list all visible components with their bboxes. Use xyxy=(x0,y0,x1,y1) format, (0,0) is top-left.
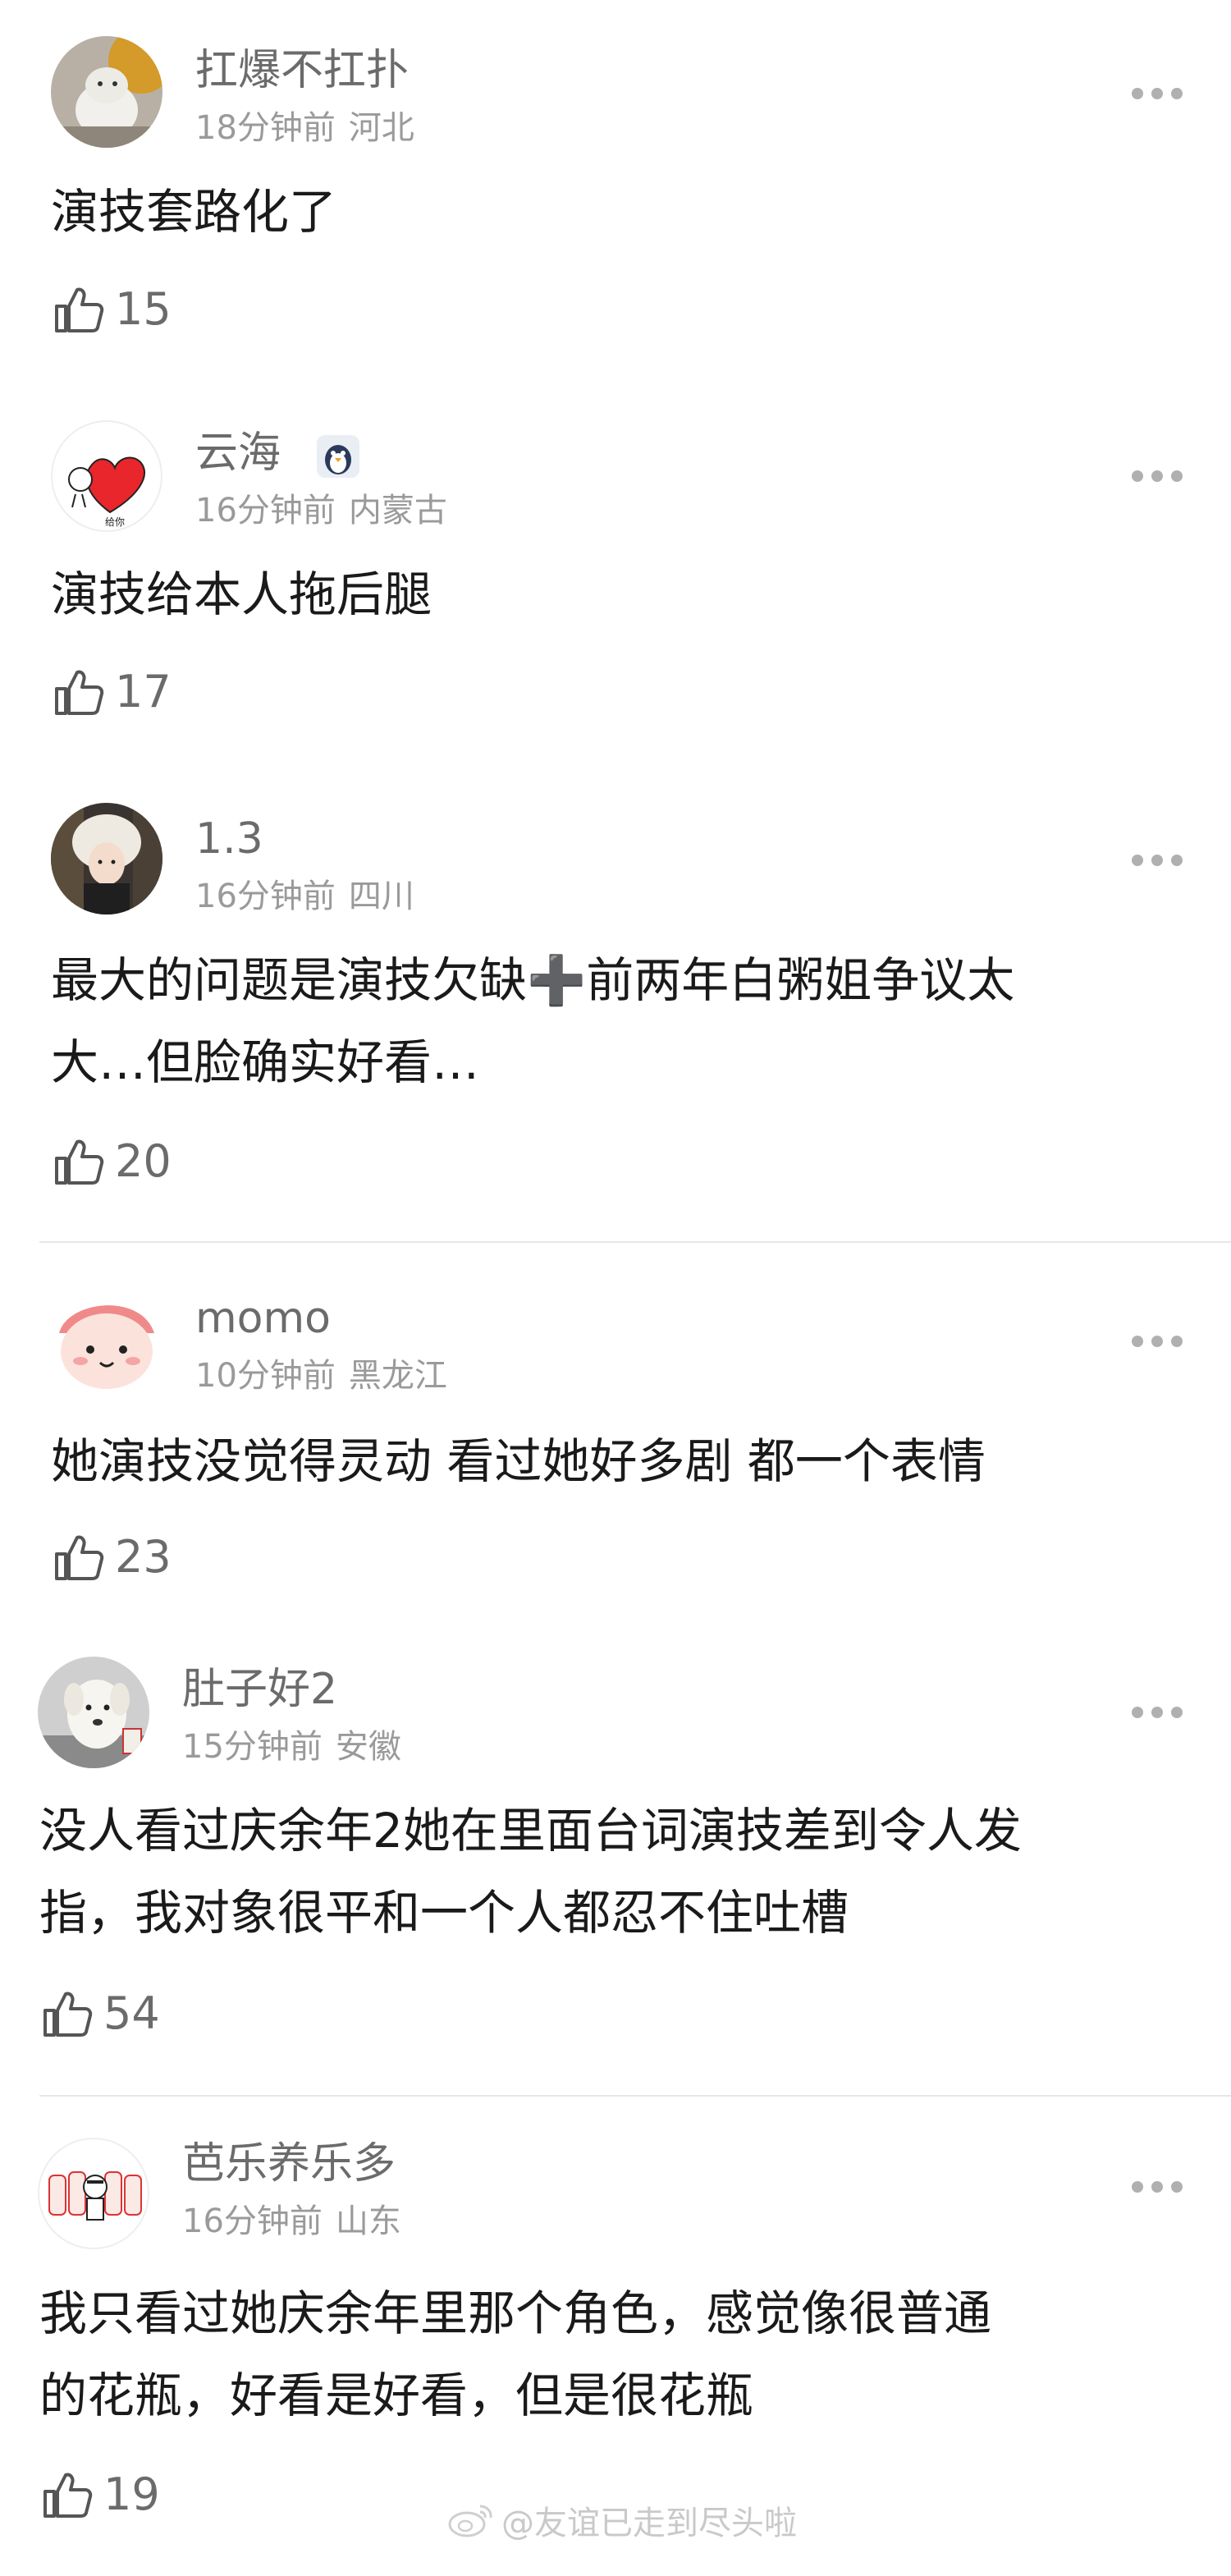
comment-meta: 18分钟前 河北 xyxy=(195,108,414,148)
like-count: 19 xyxy=(103,2468,160,2520)
like-count: 54 xyxy=(103,1987,160,2039)
yakult-bottles-avatar[interactable] xyxy=(38,2138,149,2249)
peach-character-avatar[interactable] xyxy=(51,1284,162,1396)
thumbs-up-icon xyxy=(55,287,104,332)
comment-feed: 扛爆不扛扑 18分钟前 河北 演技套路化了 15 给你 云海 16分钟前 内蒙古… xyxy=(0,0,1231,2576)
like-button[interactable]: 17 xyxy=(53,663,172,721)
like-button[interactable]: 15 xyxy=(53,281,172,338)
comment-text-line: 她演技没觉得灵动 看过她好多剧 都一个表情 xyxy=(51,1433,986,1489)
comment-item: 芭乐养乐多 16分钟前 山东 我只看过她庆余年里那个角色，感觉像很普通 的花瓶，好… xyxy=(0,2097,1231,2556)
username[interactable]: momo xyxy=(195,1294,331,1343)
comment-time: 16分钟前 xyxy=(195,878,336,915)
username[interactable]: 芭乐养乐多 xyxy=(182,2139,396,2189)
username[interactable]: 肚子好2 xyxy=(182,1665,337,1714)
comment-location: 安徽 xyxy=(335,1728,401,1766)
comment-location: 内蒙古 xyxy=(348,492,447,529)
comment-meta: 16分钟前 内蒙古 xyxy=(195,491,447,530)
comment-location: 河北 xyxy=(348,109,414,147)
thumbs-up-icon xyxy=(43,2473,93,2518)
thumbs-up-icon xyxy=(55,1139,104,1185)
comment-time: 10分钟前 xyxy=(195,1357,336,1395)
comment-text-line: 大…但脸确实好看… xyxy=(51,1034,480,1090)
like-count: 17 xyxy=(115,666,172,717)
comment-text-line: 我只看过她庆余年里那个角色，感觉像很普通 xyxy=(39,2285,992,2341)
comment-text-line: 最大的问题是演技欠缺➕前两年白粥姐争议太 xyxy=(51,952,1015,1008)
comment-item: 肚子好2 15分钟前 安徽 没人看过庆余年2她在里面台词演技差到令人发 指，我对象… xyxy=(0,1629,1231,2095)
comment-text-line: 没人看过庆余年2她在里面台词演技差到令人发 xyxy=(39,1803,1022,1859)
comment-time: 16分钟前 xyxy=(195,492,336,529)
thumbs-up-icon xyxy=(55,670,104,715)
like-count: 15 xyxy=(115,283,172,335)
comment-meta: 10分钟前 黑龙江 xyxy=(195,1356,447,1396)
username[interactable]: 扛爆不扛扑 xyxy=(195,46,409,95)
comment-meta: 15分钟前 安徽 xyxy=(182,1727,401,1767)
more-options-icon[interactable] xyxy=(1131,468,1183,484)
like-button[interactable]: 23 xyxy=(53,1529,172,1586)
comment-item: 扛爆不扛扑 18分钟前 河北 演技套路化了 15 xyxy=(0,0,1231,386)
comment-location: 山东 xyxy=(335,2202,401,2240)
girl-fur-hat-avatar[interactable] xyxy=(51,803,162,914)
thumbs-up-icon xyxy=(55,1535,104,1580)
heart-doodle-avatar[interactable]: 给你 xyxy=(51,420,162,532)
username[interactable]: 1.3 xyxy=(195,814,263,864)
watermark: @友谊已走到尽头啦 xyxy=(447,2496,797,2545)
cat-photo-avatar[interactable] xyxy=(51,36,162,148)
comment-text-line: 的花瓶，好看是好看，但是很花瓶 xyxy=(39,2367,754,2423)
comment-meta: 16分钟前 四川 xyxy=(195,877,414,916)
comment-item: momo 10分钟前 黑龙江 她演技没觉得灵动 看过她好多剧 都一个表情 23 xyxy=(0,1243,1231,1629)
comment-item: 1.3 16分钟前 四川 最大的问题是演技欠缺➕前两年白粥姐争议太 大…但脸确实好… xyxy=(0,772,1231,1241)
comment-time: 16分钟前 xyxy=(182,2202,323,2240)
comment-location: 四川 xyxy=(348,878,414,915)
more-options-icon[interactable] xyxy=(1131,2179,1183,2195)
comment-text-line: 演技套路化了 xyxy=(51,184,337,240)
comment-text-line: 指，我对象很平和一个人都忍不住吐槽 xyxy=(39,1885,849,1941)
comment-location: 黑龙江 xyxy=(348,1357,447,1395)
watermark-text: @友谊已走到尽头啦 xyxy=(501,2505,797,2542)
white-dog-avatar[interactable] xyxy=(38,1657,149,1768)
comment-item: 给你 云海 16分钟前 内蒙古 演技给本人拖后腿 17 xyxy=(0,386,1231,772)
like-count: 23 xyxy=(115,1531,172,1583)
more-options-icon[interactable] xyxy=(1131,1704,1183,1721)
svg-text:给你: 给你 xyxy=(105,516,125,528)
penguin-badge-icon xyxy=(317,435,359,478)
like-button[interactable]: 54 xyxy=(41,1985,160,2042)
like-button[interactable]: 20 xyxy=(53,1133,172,1190)
username[interactable]: 云海 xyxy=(195,429,281,478)
more-options-icon[interactable] xyxy=(1131,852,1183,869)
comment-meta: 16分钟前 山东 xyxy=(182,2202,401,2241)
thumbs-up-icon xyxy=(43,1992,93,2037)
more-options-icon[interactable] xyxy=(1131,1333,1183,1350)
comment-time: 18分钟前 xyxy=(195,109,336,147)
comment-text-line: 演技给本人拖后腿 xyxy=(51,566,432,622)
like-button[interactable]: 19 xyxy=(41,2466,160,2523)
comment-time: 15分钟前 xyxy=(182,1728,323,1766)
like-count: 20 xyxy=(115,1135,172,1187)
weibo-logo-icon xyxy=(448,2505,492,2537)
more-options-icon[interactable] xyxy=(1131,85,1183,102)
